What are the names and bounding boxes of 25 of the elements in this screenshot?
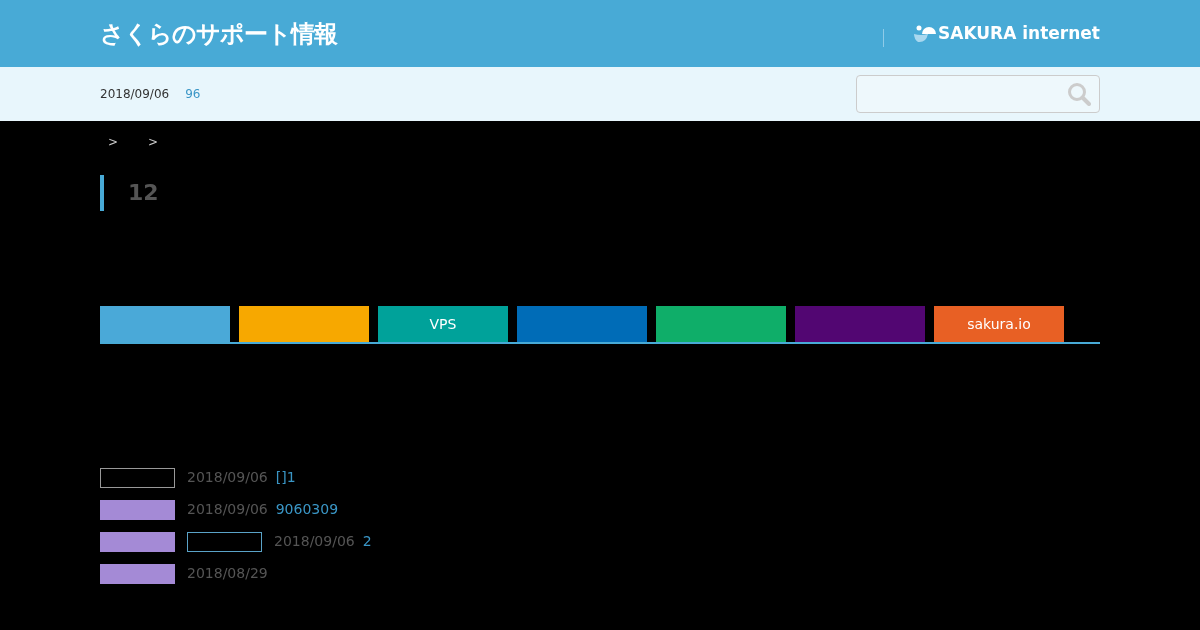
news-date: 2018/08/29	[187, 564, 268, 583]
category-tab[interactable]	[795, 306, 925, 342]
logo-icon	[914, 23, 936, 44]
category-tab[interactable]: sakura.io	[934, 306, 1064, 342]
update-date: 2018/09/06	[100, 86, 170, 103]
news-date: 2018/09/06	[274, 532, 355, 551]
update-count[interactable]: 96	[185, 85, 201, 103]
category-tab[interactable]	[517, 306, 647, 342]
breadcrumb-separator: >	[108, 134, 119, 151]
news-link[interactable]: []1	[275, 467, 296, 488]
search-icon[interactable]	[1067, 82, 1091, 106]
site-title[interactable]: さくらのサポート情報	[100, 15, 337, 52]
brand-link[interactable]: SAKURA internet	[938, 20, 1100, 47]
news-link[interactable]: 2	[362, 531, 372, 552]
category-tab[interactable]	[656, 306, 786, 342]
page-heading: 12	[128, 179, 159, 207]
news-date: 2018/09/06	[187, 500, 268, 519]
heading-bar	[100, 175, 104, 211]
breadcrumb-separator: >	[148, 134, 159, 151]
category-tab[interactable]	[100, 306, 230, 342]
news-link[interactable]: 9060309	[275, 499, 339, 520]
news-date: 2018/09/06	[187, 468, 268, 487]
search-field[interactable]	[856, 75, 1100, 113]
category-tab[interactable]	[239, 306, 369, 342]
category-tab[interactable]: VPS	[378, 306, 508, 342]
